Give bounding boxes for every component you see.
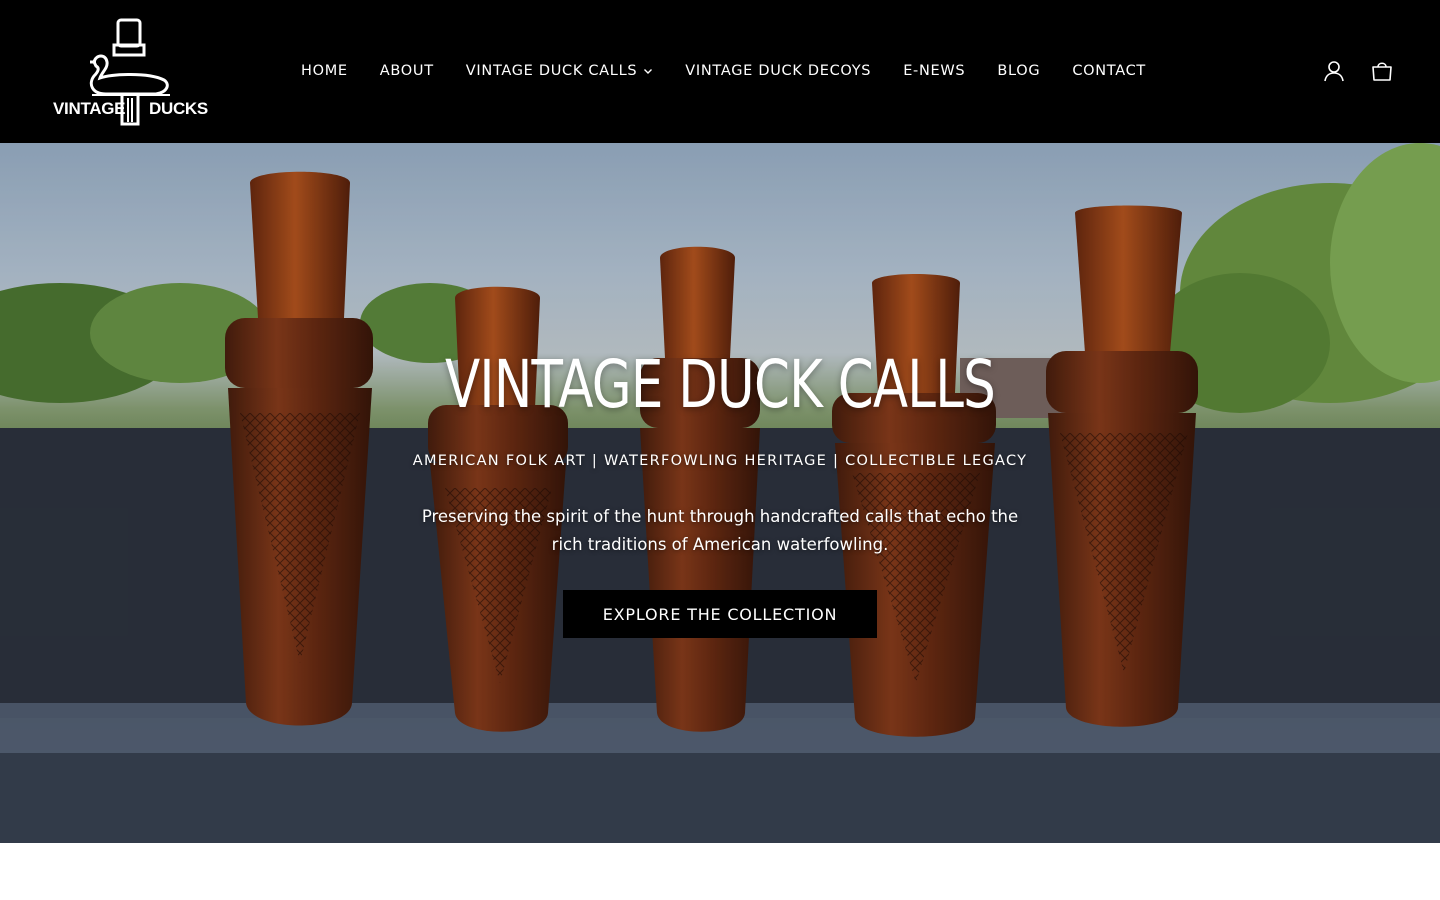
account-icon[interactable] [1320, 56, 1348, 86]
cart-icon[interactable] [1368, 56, 1396, 86]
nav-item-contact[interactable]: CONTACT [1056, 54, 1162, 88]
nav-item-about[interactable]: ABOUT [364, 54, 450, 88]
nav-item-label: VINTAGE DUCK CALLS [465, 63, 638, 79]
nav-item-vintage-duck-decoys[interactable]: VINTAGE DUCK DECOYS [669, 54, 887, 88]
nav-item-label: HOME [301, 63, 348, 79]
nav-item-label: VINTAGE DUCK DECOYS [685, 63, 872, 79]
explore-collection-button[interactable]: EXPLORE THE COLLECTION [563, 590, 877, 638]
logo-word-left: VINTAGE [53, 99, 126, 118]
chevron-down-icon [643, 66, 653, 76]
nav-item-blog[interactable]: BLOG [981, 54, 1056, 88]
nav-item-label: CONTACT [1072, 63, 1146, 79]
nav-item-label: ABOUT [379, 63, 434, 79]
nav-item-e-news[interactable]: E-NEWS [887, 54, 981, 88]
nav-item-home[interactable]: HOME [285, 54, 364, 88]
logo-word-right: DUCKS [149, 99, 208, 118]
hero-subtitle: AMERICAN FOLK ART | WATERFOWLING HERITAG… [412, 453, 1028, 469]
nav-item-vintage-duck-calls[interactable]: VINTAGE DUCK CALLS [450, 54, 669, 88]
hero-banner: VINTAGE DUCK CALLS AMERICAN FOLK ART | W… [0, 143, 1440, 843]
hero-title: VINTAGE DUCK CALLS [444, 346, 996, 423]
header-icons [1320, 56, 1396, 86]
site-header: VINTAGE DUCKS HOME ABOUT VINTAGE DUCK CA… [0, 0, 1440, 143]
hero-description: Preserving the spirit of the hunt throug… [421, 507, 1019, 554]
nav-item-label: E-NEWS [903, 63, 966, 79]
main-nav: HOME ABOUT VINTAGE DUCK CALLS VINTAGE DU… [285, 54, 1162, 88]
hero-overlay [0, 143, 1440, 843]
site-logo[interactable]: VINTAGE DUCKS [52, 18, 208, 126]
nav-item-label: BLOG [997, 63, 1041, 79]
